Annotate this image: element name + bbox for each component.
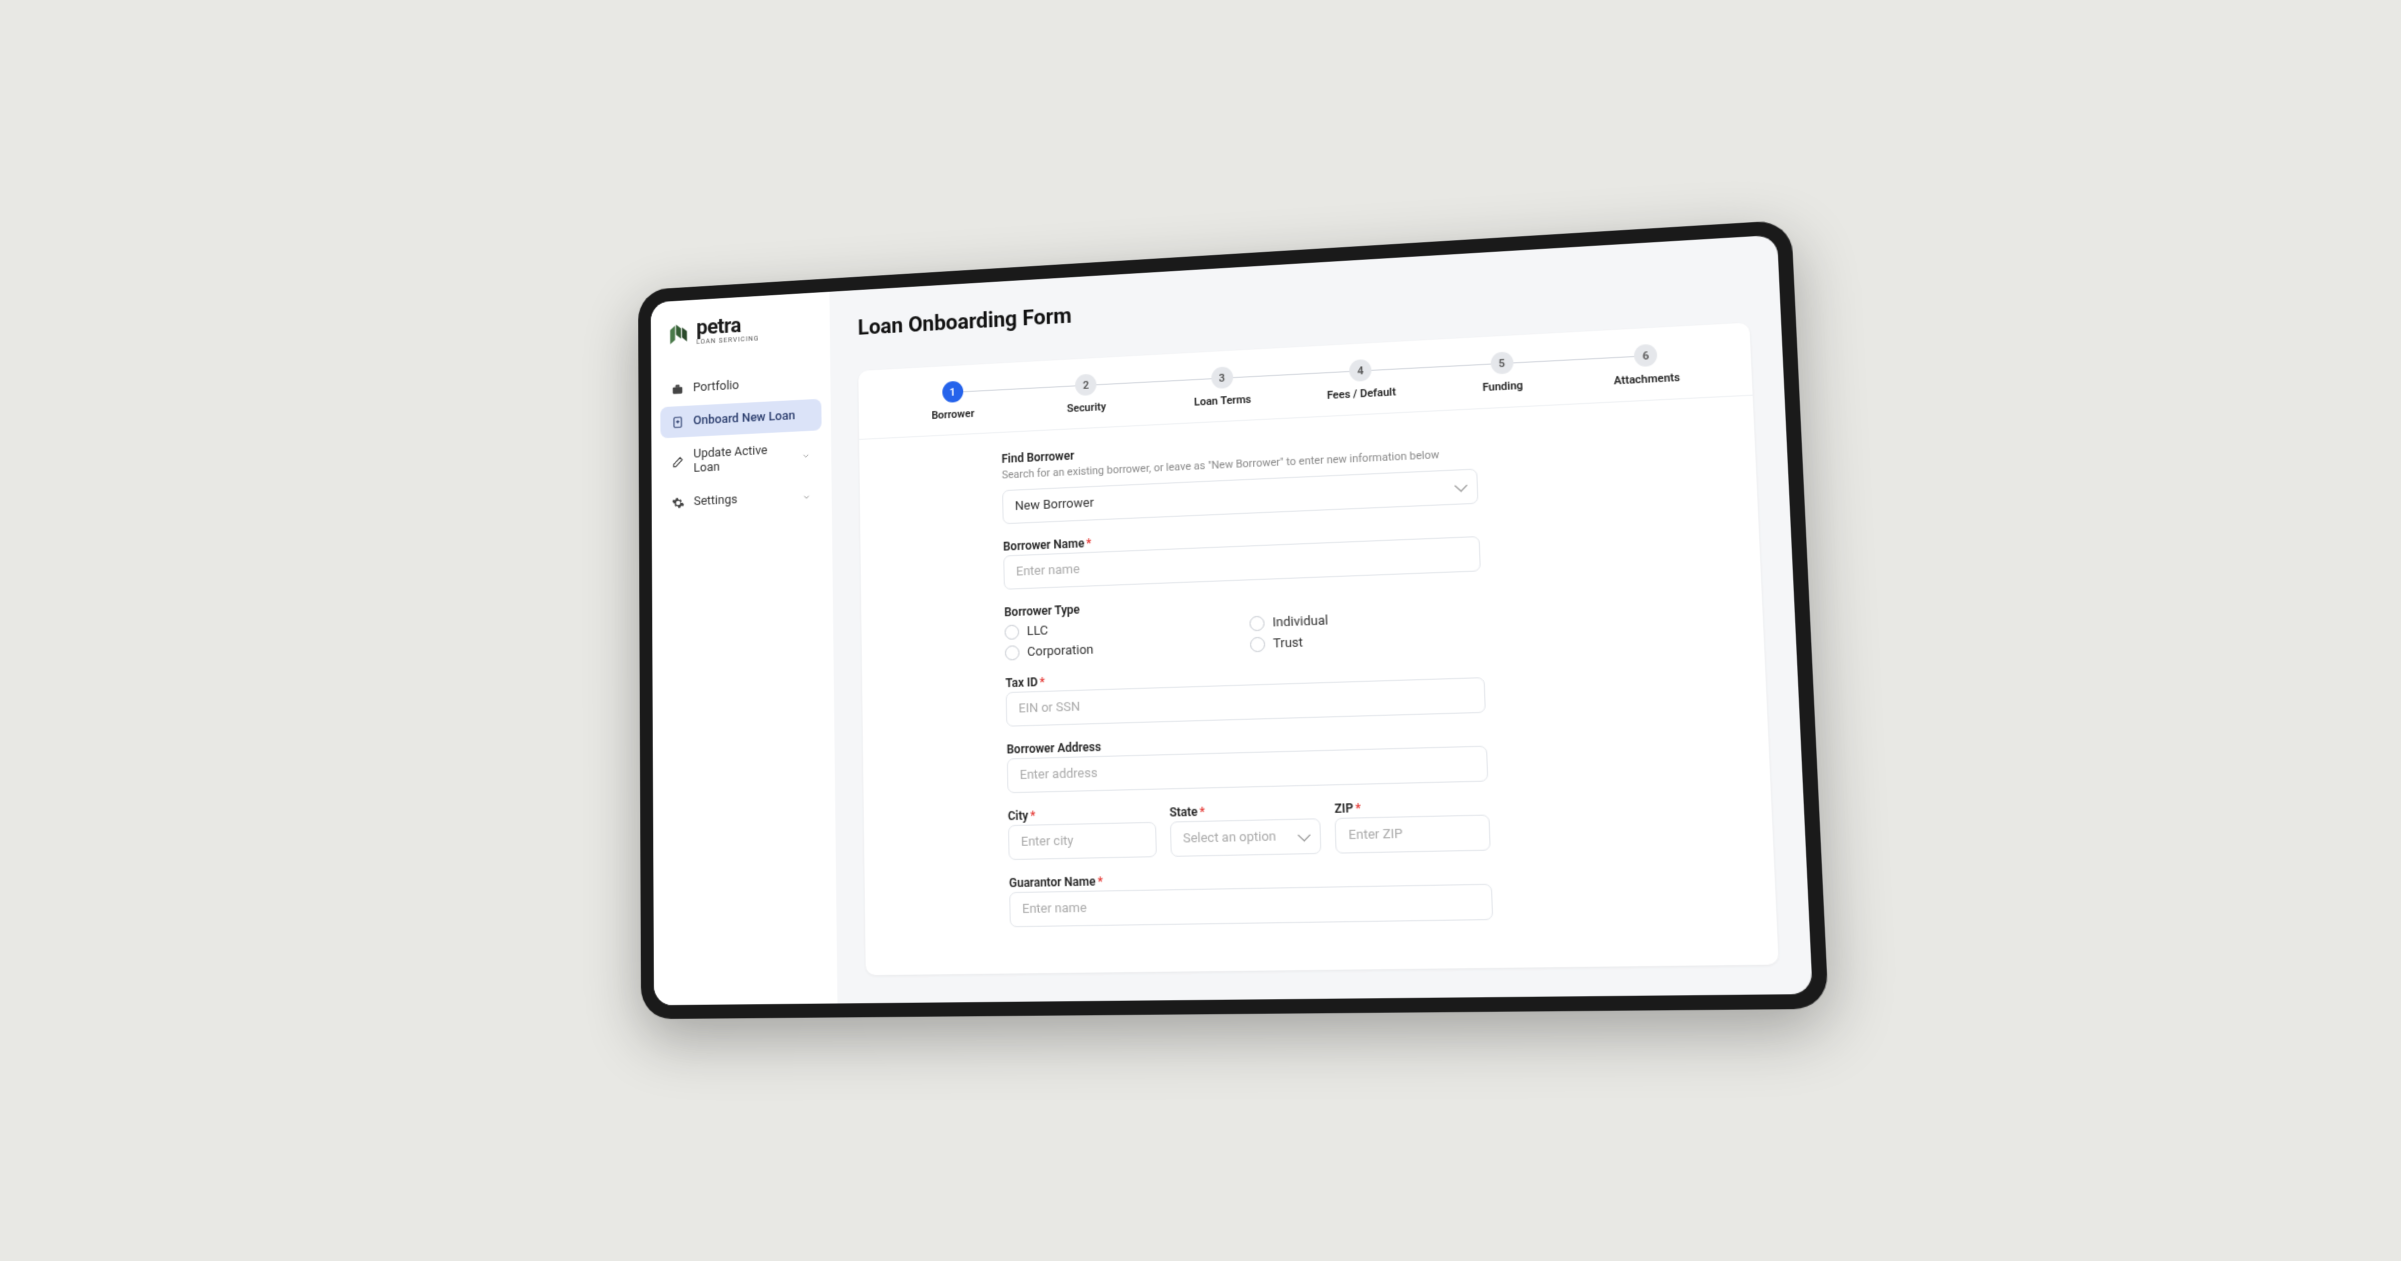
zip-input[interactable] [1334,815,1490,854]
petra-logo-icon [667,321,691,347]
add-document-icon [671,415,684,429]
radio-icon [1249,637,1264,653]
field-zip: ZIP* [1334,799,1490,855]
step-label: Fees / Default [1326,386,1395,402]
field-find-borrower: Find Borrower Search for an existing bor… [1001,430,1478,525]
nav-settings[interactable]: Settings [660,480,822,519]
radio-icon [1249,616,1264,632]
gear-icon [671,496,684,510]
field-borrower-type: Borrower Type LLC Individual [1004,588,1483,661]
briefcase-icon [671,382,684,396]
radio-label: Trust [1272,636,1302,652]
radio-trust[interactable]: Trust [1249,630,1483,653]
step-borrower[interactable]: 1 Borrower [886,378,1019,424]
sidebar: petra LOAN SERVICING Portfolio Onboard N… [650,292,837,1006]
chevron-down-icon [801,492,810,502]
step-fees-default[interactable]: 4 Fees / Default [1290,356,1431,404]
field-state: State* Select an option [1169,803,1322,858]
radio-icon [1004,646,1019,661]
step-security[interactable]: 2 Security [1018,371,1154,418]
guarantor-name-input[interactable] [1009,884,1493,927]
step-number: 4 [1349,359,1372,382]
step-number: 1 [941,381,962,403]
state-label: State* [1169,803,1320,821]
nav-update-active-loan[interactable]: Update Active Loan [660,432,822,486]
step-number: 3 [1210,367,1232,390]
radio-llc[interactable]: LLC [1004,618,1229,641]
main-content: Loan Onboarding Form 1 Borrower 2 Securi… [829,235,1812,1004]
brand-logo: petra LOAN SERVICING [659,312,820,375]
step-number: 2 [1075,374,1097,396]
onboarding-form-card: 1 Borrower 2 Security 3 Loan Terms 4 Fee… [858,323,1778,976]
radio-individual[interactable]: Individual [1249,609,1482,632]
step-number: 5 [1490,352,1513,375]
nav-label: Settings [693,493,737,509]
step-label: Attachments [1613,371,1680,387]
nav-label: Portfolio [692,379,738,396]
city-input[interactable] [1008,823,1157,861]
field-tax-id: Tax ID* [1005,661,1485,727]
step-funding[interactable]: 5 Funding [1430,349,1574,397]
field-borrower-name: Borrower Name* [1002,521,1480,591]
tablet-device-frame: petra LOAN SERVICING Portfolio Onboard N… [638,220,1829,1020]
step-label: Security [1066,401,1105,416]
nav-label: Onboard New Loan [693,409,795,428]
step-number: 6 [1633,344,1657,367]
state-select[interactable]: Select an option [1169,819,1321,858]
chevron-down-icon [801,451,810,461]
step-label: Loan Terms [1193,393,1251,409]
brand-tagline: LOAN SERVICING [696,336,759,346]
radio-corporation[interactable]: Corporation [1004,639,1230,662]
edit-icon [671,455,684,469]
step-label: Borrower [931,407,974,422]
step-attachments[interactable]: 6 Attachments [1573,341,1720,390]
field-borrower-address: Borrower Address [1006,730,1488,794]
step-loan-terms[interactable]: 3 Loan Terms [1153,364,1291,411]
step-label: Funding [1482,379,1523,394]
form-body: Find Borrower Search for an existing bor… [972,408,1526,974]
radio-label: Individual [1272,614,1328,631]
radio-label: LLC [1026,624,1048,640]
field-city: City* [1007,806,1156,860]
city-label: City* [1007,806,1155,823]
app-screen: petra LOAN SERVICING Portfolio Onboard N… [650,235,1812,1006]
field-guarantor-name: Guarantor Name* [1008,868,1492,928]
radio-icon [1004,625,1019,640]
nav-label: Update Active Loan [693,443,792,476]
zip-label: ZIP* [1334,799,1489,817]
radio-label: Corporation [1027,643,1094,660]
